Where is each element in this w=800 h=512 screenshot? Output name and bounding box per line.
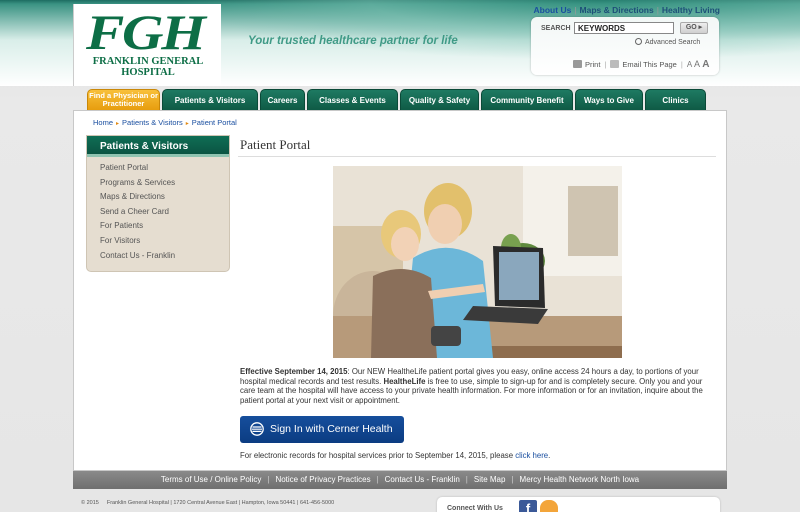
footer-links: Terms of Use / Online Policy | Notice of P… — [73, 471, 727, 489]
breadcrumb-home[interactable]: Home — [93, 118, 113, 127]
footer-mercy-link[interactable]: Mercy Health Network North Iowa — [520, 475, 640, 484]
hero-photo — [333, 166, 622, 358]
tab-clinics[interactable]: Clinics — [645, 89, 706, 110]
sidebar-item-programs-services[interactable]: Programs & Services — [100, 176, 229, 191]
sidebar: Patients & Visitors Patient Portal Progr… — [86, 135, 230, 272]
page-title: Patient Portal — [240, 137, 311, 152]
footer-separator: | — [376, 475, 379, 484]
footer-sitemap-link[interactable]: Site Map — [474, 475, 506, 484]
sidebar-list: Patient Portal Programs & Services Maps … — [87, 157, 229, 263]
font-small-button[interactable]: A — [687, 60, 692, 69]
click-here-link[interactable]: click here — [515, 451, 548, 460]
go-label: GO — [685, 24, 697, 31]
about-us-link[interactable]: About Us — [534, 5, 572, 15]
breadcrumb-patients-visitors[interactable]: Patients & Visitors — [122, 118, 183, 127]
logo[interactable]: FGH FRANKLIN GENERAL HOSPITAL — [73, 4, 221, 86]
connect-label: Connect With Us — [447, 505, 503, 512]
cerner-logo-icon — [250, 422, 264, 436]
search-label: SEARCH — [541, 25, 571, 32]
footer-separator: | — [465, 475, 468, 484]
connect-panel: Connect With Us f — [437, 497, 720, 512]
breadcrumb-arrow-icon: ▸ — [185, 121, 189, 127]
search-input[interactable] — [574, 22, 674, 34]
tagline: Your trusted healthcare partner for life — [248, 35, 458, 47]
top-link-separator: | — [574, 5, 577, 15]
footer-contact-link[interactable]: Contact Us - Franklin — [385, 475, 460, 484]
advanced-search-link[interactable]: Advanced Search — [635, 38, 700, 46]
tool-separator: | — [680, 60, 683, 69]
main-nav: Find a Physician or Practitioner Patient… — [87, 89, 706, 110]
search-icon — [635, 38, 642, 45]
logo-name-line2: HOSPITAL — [121, 67, 175, 78]
tab-ways-to-give[interactable]: Ways to Give — [575, 89, 643, 110]
hospital-address: Franklin General Hospital | 1720 Central… — [106, 500, 335, 506]
font-large-button[interactable]: A — [702, 59, 709, 70]
sidebar-item-contact-us[interactable]: Contact Us - Franklin — [100, 249, 229, 264]
copyright-year: © 2015 — [81, 500, 99, 506]
top-link-separator: | — [656, 5, 659, 15]
tab-find-physician[interactable]: Find a Physician or Practitioner — [87, 89, 160, 110]
font-medium-button[interactable]: A — [694, 59, 700, 69]
tab-patients-visitors[interactable]: Patients & Visitors — [162, 89, 258, 110]
effective-date: Effective September 14, 2015 — [240, 367, 348, 376]
sidebar-item-patient-portal[interactable]: Patient Portal — [100, 161, 229, 176]
go-button[interactable]: GO ▸ — [680, 22, 708, 34]
go-arrow-icon: ▸ — [698, 24, 703, 31]
print-label: Print — [585, 60, 601, 69]
tool-separator: | — [604, 60, 607, 69]
logo-hospital-name: FRANKLIN GENERAL HOSPITAL — [80, 56, 216, 78]
font-size-controls: A A A — [687, 59, 710, 70]
content-panel: Home ▸ Patients & Visitors ▸ Patient Portal … — [73, 110, 727, 471]
footer-terms-link[interactable]: Terms of Use / Online Policy — [161, 475, 261, 484]
copyright: © 2015 Franklin General Hospital | 1720 C… — [81, 500, 334, 506]
email-page-link[interactable]: Email This Page — [610, 60, 677, 69]
footer-separator: | — [267, 475, 270, 484]
records-lead: For electronic records for hospital serv… — [240, 451, 516, 460]
sidebar-item-maps-directions[interactable]: Maps & Directions — [100, 190, 229, 205]
maps-directions-link[interactable]: Maps & Directions — [580, 5, 654, 15]
facebook-icon[interactable]: f — [519, 500, 537, 512]
print-link[interactable]: Print — [573, 60, 600, 69]
records-end: . — [548, 451, 551, 460]
footer-separator: | — [511, 475, 514, 484]
tab-community-benefit[interactable]: Community Benefit — [481, 89, 573, 110]
hero-photo-illustration — [333, 166, 622, 358]
sidebar-item-for-patients[interactable]: For Patients — [100, 219, 229, 234]
breadcrumb-arrow-icon: ▸ — [116, 121, 120, 127]
legacy-records-text: For electronic records for hospital serv… — [240, 451, 550, 460]
tab-classes-events[interactable]: Classes & Events — [307, 89, 398, 110]
title-divider — [238, 156, 716, 157]
healthy-living-link[interactable]: Healthy Living — [662, 5, 720, 15]
email-label: Email This Page — [622, 60, 677, 69]
advanced-search-label: Advanced Search — [645, 39, 701, 46]
signin-label: Sign In with Cerner Health — [270, 423, 393, 435]
signin-cerner-button[interactable]: Sign In with Cerner Health — [240, 416, 404, 443]
logo-name-line1: FRANKLIN GENERAL — [92, 56, 204, 67]
healthelife-brand: HealtheLife — [383, 376, 426, 386]
breadcrumb: Home ▸ Patients & Visitors ▸ Patient Portal — [93, 118, 237, 127]
footer-privacy-link[interactable]: Notice of Privacy Practices — [275, 475, 370, 484]
tab-quality-safety[interactable]: Quality & Safety — [400, 89, 479, 110]
page-tools: Print | Email This Page | A A A — [573, 59, 709, 70]
breadcrumb-patient-portal[interactable]: Patient Portal — [192, 118, 237, 127]
printer-icon — [573, 60, 582, 68]
tab-careers[interactable]: Careers — [260, 89, 305, 110]
sidebar-title: Patients & Visitors — [87, 136, 229, 157]
sidebar-item-for-visitors[interactable]: For Visitors — [100, 234, 229, 249]
rss-icon[interactable] — [540, 500, 558, 512]
logo-letters: FGH — [86, 4, 206, 60]
envelope-icon — [610, 60, 620, 68]
top-links: About Us | Maps & Directions | Healthy Livin… — [530, 5, 720, 15]
sidebar-item-cheer-card[interactable]: Send a Cheer Card — [100, 205, 229, 220]
portal-description: Effective September 14, 2015: Our NEW He… — [240, 367, 710, 406]
search-panel: SEARCH GO ▸ Advanced Search Print|Email … — [531, 17, 719, 75]
